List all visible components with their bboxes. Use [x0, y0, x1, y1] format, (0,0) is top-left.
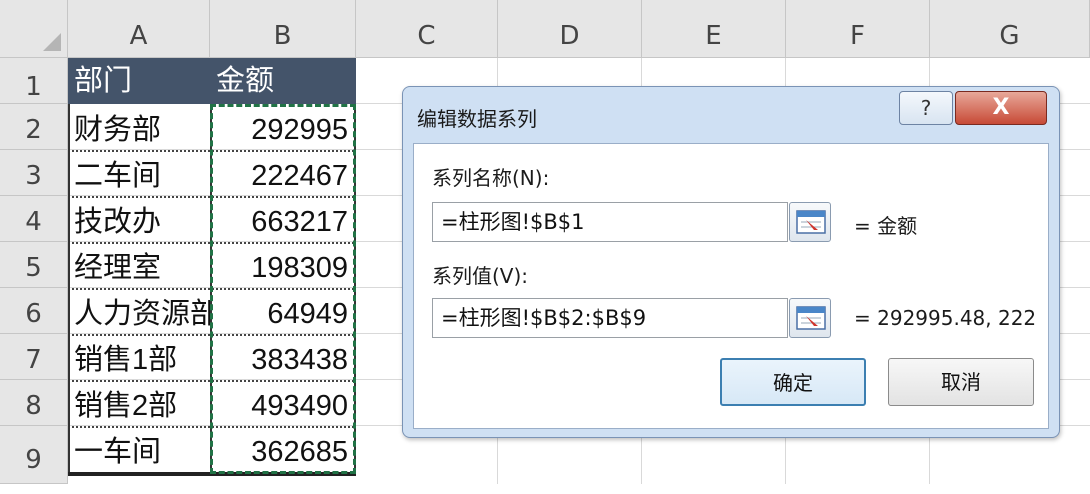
select-all-triangle-icon [43, 33, 61, 51]
cell-a8[interactable]: 销售2部 [68, 380, 210, 426]
row-header-5[interactable]: 5 [0, 242, 68, 288]
cell-a7[interactable]: 销售1部 [68, 334, 210, 380]
column-header-f[interactable]: F [786, 0, 930, 58]
column-header-g[interactable]: G [930, 0, 1090, 58]
series-values-ref-button[interactable] [789, 298, 831, 338]
row-header-6[interactable]: 6 [0, 288, 68, 334]
cell-a4[interactable]: 技改办 [68, 196, 210, 242]
help-button[interactable]: ? [899, 91, 953, 125]
dialog-body: 系列名称(N): =柱形图!$B$1 = 金额 系列值(V): =柱形图!$B$… [413, 143, 1049, 429]
column-header-a[interactable]: A [68, 0, 210, 58]
row-header-4[interactable]: 4 [0, 196, 68, 242]
collapse-dialog-icon [796, 210, 826, 234]
row-header-2[interactable]: 2 [0, 104, 68, 150]
cell-a2[interactable]: 财务部 [68, 104, 210, 150]
row-header-9[interactable]: 9 [0, 426, 68, 484]
cancel-button[interactable]: 取消 [888, 358, 1034, 406]
series-name-label: 系列名称(N): [432, 166, 550, 190]
row-header-1[interactable]: 1 [0, 58, 68, 104]
cell-a9[interactable]: 一车间 [68, 426, 210, 472]
series-name-preview: = 金额 [854, 214, 918, 238]
series-name-input[interactable]: =柱形图!$B$1 [432, 202, 788, 242]
series-values-input[interactable]: =柱形图!$B$2:$B$9 [432, 298, 788, 338]
cell-a1-header[interactable]: 部门 [68, 58, 210, 104]
collapse-dialog-icon [796, 306, 826, 330]
series-values-preview: = 292995.48, 222 [854, 306, 1037, 330]
cell-a5[interactable]: 经理室 [68, 242, 210, 288]
ok-button[interactable]: 确定 [720, 358, 866, 406]
series-values-label: 系列值(V): [432, 264, 529, 288]
close-button[interactable]: X [955, 91, 1047, 125]
cell-b1-header[interactable]: 金额 [210, 58, 356, 104]
table-left-border [68, 104, 70, 474]
cell-a3[interactable]: 二车间 [68, 150, 210, 196]
column-header-c[interactable]: C [356, 0, 498, 58]
column-header-e[interactable]: E [642, 0, 786, 58]
selection-marquee [210, 104, 356, 474]
cell-a6[interactable]: 人力资源部 [68, 288, 210, 334]
column-header-d[interactable]: D [498, 0, 642, 58]
row-header-8[interactable]: 8 [0, 380, 68, 426]
row-header-7[interactable]: 7 [0, 334, 68, 380]
select-all-corner[interactable] [0, 0, 68, 58]
dialog-title: 编辑数据系列 [417, 107, 537, 131]
series-name-ref-button[interactable] [789, 202, 831, 242]
column-header-b[interactable]: B [210, 0, 356, 58]
row-header-3[interactable]: 3 [0, 150, 68, 196]
edit-series-dialog: 编辑数据系列 ? X 系列名称(N): =柱形图!$B$1 = 金额 系列值(V… [402, 86, 1060, 438]
